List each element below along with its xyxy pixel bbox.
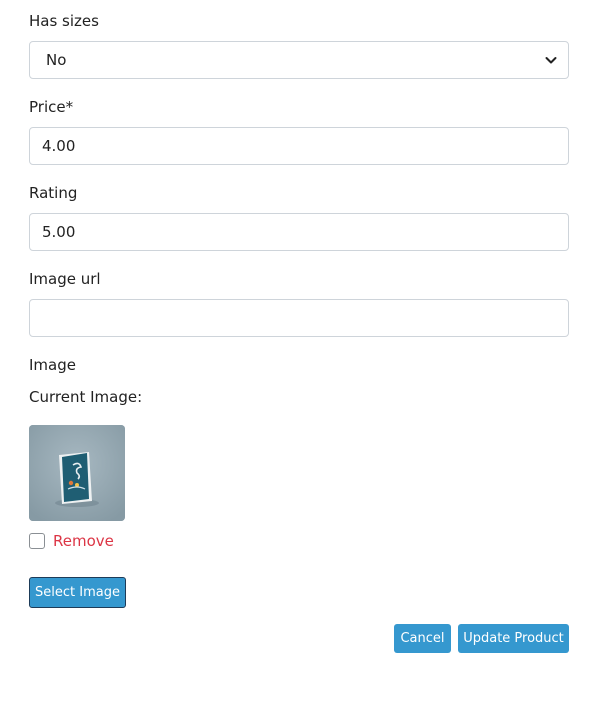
image-label: Image bbox=[29, 356, 76, 374]
update-product-button[interactable]: Update Product bbox=[458, 624, 569, 653]
greeting-card-image bbox=[29, 425, 125, 521]
cancel-button[interactable]: Cancel bbox=[394, 624, 451, 653]
rating-label: Rating bbox=[29, 184, 78, 202]
image-url-label: Image url bbox=[29, 270, 101, 288]
rating-value: 5.00 bbox=[42, 223, 76, 241]
chevron-down-icon bbox=[545, 57, 557, 64]
rating-input[interactable]: 5.00 bbox=[29, 213, 569, 251]
price-input[interactable]: 4.00 bbox=[29, 127, 569, 165]
remove-image-label[interactable]: Remove bbox=[53, 532, 114, 550]
has-sizes-select[interactable]: No bbox=[29, 41, 569, 79]
price-value: 4.00 bbox=[42, 137, 76, 155]
image-url-input[interactable] bbox=[29, 299, 569, 337]
remove-image-checkbox[interactable] bbox=[29, 533, 45, 549]
has-sizes-label: Has sizes bbox=[29, 12, 99, 30]
has-sizes-selected-value: No bbox=[46, 51, 67, 69]
current-image-thumbnail bbox=[29, 425, 125, 521]
select-image-button[interactable]: Select Image bbox=[29, 577, 126, 608]
price-label: Price* bbox=[29, 98, 74, 116]
current-image-label: Current Image: bbox=[29, 388, 143, 406]
